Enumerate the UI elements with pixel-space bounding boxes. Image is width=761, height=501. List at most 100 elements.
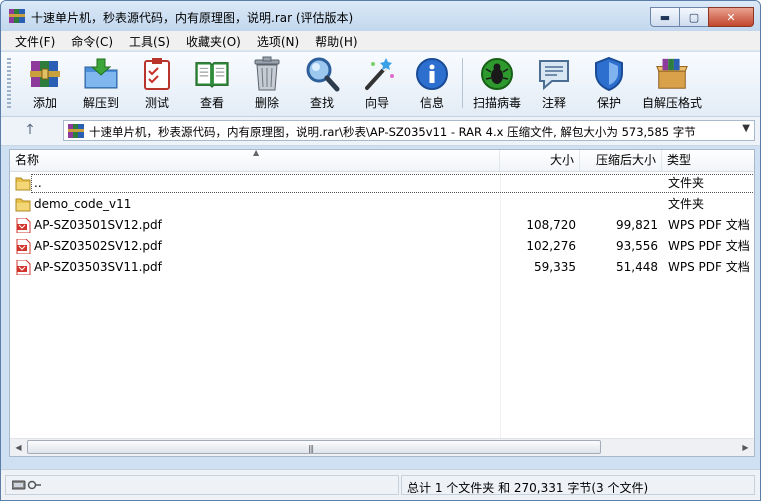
file-type: 文件夹 xyxy=(668,197,705,211)
archive-icon xyxy=(68,124,84,138)
status-right-pane: 总计 1 个文件夹 和 270,331 字节(3 个文件) xyxy=(401,475,755,495)
column-type[interactable]: 类型 xyxy=(662,150,754,171)
shield-icon xyxy=(595,56,623,92)
protect-button[interactable]: 保护 xyxy=(583,55,635,113)
view-button[interactable]: 查看 xyxy=(186,55,238,113)
table-row[interactable]: AP-SZ03501SV12.pdf 108,720 99,821 WPS PD… xyxy=(10,215,754,236)
view-label: 查看 xyxy=(199,96,224,110)
add-button[interactable]: 添加 xyxy=(19,55,71,113)
file-name: AP-SZ03503SV11.pdf xyxy=(34,260,162,274)
winrar-window: 十速单片机，秒表源代码，内有原理图，说明.rar (评估版本) ▬ ▢ ✕ 文件… xyxy=(0,0,761,501)
scroll-left-icon[interactable]: ◀ xyxy=(10,439,27,456)
file-type: WPS PDF 文档 xyxy=(668,218,750,232)
menu-file[interactable]: 文件(F) xyxy=(7,31,63,50)
find-button[interactable]: 查找 xyxy=(296,55,348,113)
file-type: 文件夹 xyxy=(668,176,705,190)
sfx-button[interactable]: 自解压格式 xyxy=(639,55,705,113)
column-name-label: 名称 xyxy=(15,153,40,167)
thumb-grip: ||| xyxy=(308,444,314,453)
address-dropdown-icon[interactable]: ▼ xyxy=(742,123,750,134)
file-size xyxy=(500,173,576,194)
maximize-button[interactable]: ▢ xyxy=(679,7,709,27)
info-label: 信息 xyxy=(419,96,444,110)
column-type-label: 类型 xyxy=(667,153,692,167)
add-label: 添加 xyxy=(32,96,57,110)
file-name: AP-SZ03501SV12.pdf xyxy=(34,218,162,232)
address-field[interactable]: 十速单片机，秒表源代码，内有原理图，说明.rar\秒表\AP-SZ035v11 … xyxy=(63,120,755,141)
info-icon xyxy=(416,58,448,90)
column-packed-label: 压缩后大小 xyxy=(595,153,656,167)
menu-tools[interactable]: 工具(S) xyxy=(121,31,178,50)
delete-button[interactable]: 删除 xyxy=(241,55,293,113)
test-label: 测试 xyxy=(144,96,169,110)
file-packed xyxy=(580,194,658,215)
minimize-button[interactable]: ▬ xyxy=(650,7,680,27)
virus-scan-icon xyxy=(481,58,513,90)
toolbar: 添加 解压到 测试 查看 删除 查找 向导 信息 扫描病毒 注释 保护 自解压格… xyxy=(1,52,760,117)
table-row[interactable]: .. 文件夹 xyxy=(10,173,754,194)
file-packed: 93,556 xyxy=(616,239,658,253)
file-size xyxy=(500,194,576,215)
title-bar[interactable]: 十速单片机，秒表源代码，内有原理图，说明.rar (评估版本) ▬ ▢ ✕ xyxy=(1,1,760,31)
column-size-label: 大小 xyxy=(549,153,574,167)
protect-label: 保护 xyxy=(596,96,621,110)
column-packed[interactable]: 压缩后大小 xyxy=(580,150,662,171)
sfx-box-icon xyxy=(656,58,688,89)
status-left-pane xyxy=(5,475,399,495)
menu-bar: 文件(F) 命令(C) 工具(S) 收藏夹(O) 选项(N) 帮助(H) xyxy=(1,31,760,51)
view-book-icon xyxy=(195,62,229,88)
caption-buttons: ▬ ▢ ✕ xyxy=(650,7,754,27)
scroll-thumb[interactable]: ||| xyxy=(27,440,601,454)
menu-help[interactable]: 帮助(H) xyxy=(307,31,365,50)
file-name: demo_code_v11 xyxy=(34,197,132,211)
wizard-button[interactable]: 向导 xyxy=(351,55,403,113)
file-packed xyxy=(580,173,658,194)
wizard-wand-icon xyxy=(365,58,394,90)
info-button[interactable]: 信息 xyxy=(406,55,458,113)
window-title: 十速单片机，秒表源代码，内有原理图，说明.rar (评估版本) xyxy=(31,11,354,25)
menu-commands[interactable]: 命令(C) xyxy=(63,31,121,50)
close-button[interactable]: ✕ xyxy=(708,7,754,27)
extract-to-button[interactable]: 解压到 xyxy=(75,55,127,113)
file-packed: 99,821 xyxy=(616,218,658,232)
scroll-right-icon[interactable]: ▶ xyxy=(737,439,754,456)
file-type: WPS PDF 文档 xyxy=(668,239,750,253)
status-summary: 总计 1 个文件夹 和 270,331 字节(3 个文件) xyxy=(407,481,649,495)
pdf-icon xyxy=(16,260,31,275)
table-row[interactable]: AP-SZ03502SV12.pdf 102,276 93,556 WPS PD… xyxy=(10,236,754,257)
file-type: WPS PDF 文档 xyxy=(668,260,750,274)
file-packed: 51,448 xyxy=(616,260,658,274)
sort-ascending-icon: ▲ xyxy=(253,149,260,157)
file-list: 名称 ▲ 大小 压缩后大小 类型 .. 文件夹 demo_code_v11 文件… xyxy=(9,149,755,457)
file-name: .. xyxy=(34,176,42,190)
wizard-label: 向导 xyxy=(364,96,389,110)
folder-icon xyxy=(15,177,31,191)
menu-favorites[interactable]: 收藏夹(O) xyxy=(178,31,249,50)
virus-scan-label: 扫描病毒 xyxy=(472,96,521,110)
menu-options[interactable]: 选项(N) xyxy=(249,31,307,50)
comment-label: 注释 xyxy=(541,96,566,110)
drive-key-icon[interactable] xyxy=(12,480,42,490)
pdf-icon xyxy=(16,239,31,254)
find-label: 查找 xyxy=(309,96,334,110)
test-button[interactable]: 测试 xyxy=(131,55,183,113)
extract-to-label: 解压到 xyxy=(82,96,119,110)
comment-button[interactable]: 注释 xyxy=(528,55,580,113)
extract-to-icon xyxy=(84,58,118,89)
column-size[interactable]: 大小 xyxy=(500,150,580,171)
up-folder-button[interactable]: ↑ xyxy=(19,122,41,140)
comment-icon xyxy=(539,60,569,90)
file-size: 59,335 xyxy=(534,260,576,274)
table-row[interactable]: AP-SZ03503SV11.pdf 59,335 51,448 WPS PDF… xyxy=(10,257,754,278)
horizontal-scrollbar[interactable]: ◀ ||| ▶ xyxy=(10,438,754,456)
toolbar-grip[interactable] xyxy=(7,58,11,110)
delete-label: 删除 xyxy=(254,96,279,110)
virus-scan-button[interactable]: 扫描病毒 xyxy=(469,55,525,113)
add-archive-icon xyxy=(30,61,60,87)
sfx-label: 自解压格式 xyxy=(641,96,702,110)
status-bar: 总计 1 个文件夹 和 270,331 字节(3 个文件) xyxy=(1,469,760,500)
table-row[interactable]: demo_code_v11 文件夹 xyxy=(10,194,754,215)
toolbar-separator xyxy=(462,58,463,108)
address-bar-area: ↑ 十速单片机，秒表源代码，内有原理图，说明.rar\秒表\AP-SZ035v1… xyxy=(1,117,760,146)
winrar-app-icon xyxy=(9,9,25,23)
